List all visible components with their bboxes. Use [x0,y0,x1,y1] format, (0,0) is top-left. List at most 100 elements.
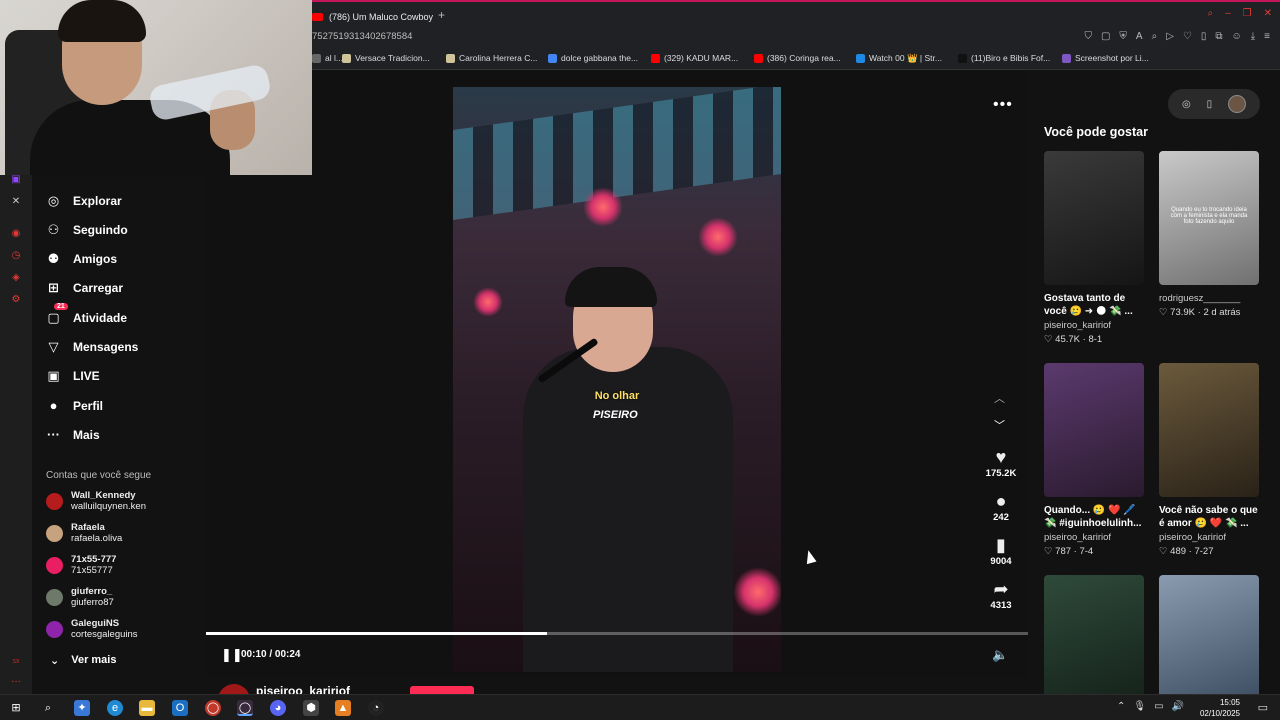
device-icon[interactable]: ▯ [1207,99,1213,110]
x-icon[interactable]: ✕ [10,196,22,208]
play-icon[interactable]: ▷ [1166,31,1174,42]
network-icon[interactable]: ▭ [1154,701,1163,712]
video-thumbnail[interactable]: Quando eu to trocando ideia com a femini… [1159,151,1259,285]
new-tab-button[interactable]: + [438,8,445,22]
url-field[interactable]: 7527519313402678584 [312,31,412,42]
bookmark-item[interactable]: al l... [312,53,343,63]
puzzle-icon[interactable]: ⧉ [1215,31,1222,42]
chat-icon[interactable]: ◈ [10,272,22,284]
video-progress-bar[interactable] [206,632,1028,635]
nav-item-mais[interactable]: ··· Mais [46,427,100,442]
bookmark-item[interactable]: (329) KADU MAR... [651,53,738,63]
video-thumbnail[interactable] [1044,575,1144,709]
bookmark-item[interactable]: (386) Coringa rea... [754,53,841,63]
speaker-icon[interactable]: 🔊 [1172,701,1184,712]
previous-video-icon[interactable]: ︿ [994,390,1005,406]
save-button[interactable]: ▮ 9004 [983,534,1019,567]
followed-account[interactable]: GaleguiNS cortesgaleguins [46,618,138,640]
translate-icon[interactable]: A [1136,31,1143,42]
nav-item-carregar[interactable]: ⊞ Carregar [46,280,123,296]
video-thumbnail[interactable] [1159,575,1259,709]
followed-account[interactable]: Rafaela rafaela.oliva [46,522,122,544]
next-video-icon[interactable]: ﹀ [994,417,1005,433]
bookmark-item[interactable]: Versace Tradicion... [342,53,430,63]
suggested-video-card[interactable]: Quando... 🥲 ❤️ 🖊️ 💸 #iguinhoelulinh... pi… [1044,363,1144,557]
nav-item-explorar[interactable]: ◎ Explorar [46,193,122,209]
video-thumbnail[interactable] [1159,363,1259,497]
copilot-icon[interactable]: ✦ [74,700,90,716]
record-icon[interactable]: ◉ [10,228,22,240]
notification-icon[interactable]: ▭ [1258,701,1268,714]
video-thumbnail[interactable] [1044,363,1144,497]
suggested-video-card[interactable] [1044,575,1144,709]
history-icon[interactable]: ◷ [10,250,22,262]
suggested-video-card[interactable]: Você não sabe o que é amor 🥲 ❤️ 💸 ... pis… [1159,363,1259,557]
bookmark-item[interactable]: Watch 00 👑 | Str... [856,53,942,64]
stage-light [583,187,623,227]
bookmark-item[interactable]: Carolina Herrera C... [446,53,537,63]
see-more-button[interactable]: ⌄ Ver mais [50,654,116,667]
followed-account[interactable]: Wall_Kennedy walluilquynen.ken [46,490,146,512]
nav-item-mensagens[interactable]: ▽ Mensagens [46,339,139,355]
card-author[interactable]: piseiroo_kaririof [1159,532,1259,543]
obs-icon[interactable]: ◔ [368,700,384,716]
compass-icon[interactable]: ◎ [1182,99,1191,110]
microphone-icon[interactable]: 🎙 [1133,701,1146,712]
discord-icon[interactable]: ◕ [270,700,286,716]
system-clock[interactable]: 15:05 02/10/2025 [1200,697,1240,719]
opera-gx-icon[interactable]: ◯ [205,700,221,716]
file-explorer-icon[interactable]: ▬ [139,700,155,716]
search-tabs-icon[interactable]: ⌕ [1207,8,1213,19]
outlook-icon[interactable]: O [172,700,188,716]
pause-icon[interactable]: ❚❚ [221,647,243,663]
nav-item-atividade[interactable]: ▢ 21 Atividade [46,303,127,326]
nav-item-perfil[interactable]: ● Perfil [46,398,103,413]
followed-account[interactable]: 71x55-777 71x55777 [46,554,116,576]
card-author[interactable]: piseiroo_kaririof [1044,320,1144,331]
more-dots-icon[interactable]: ··· [10,676,22,688]
bookmark-item[interactable]: (11)Biro e Bibis Fof... [958,53,1050,63]
menu-icon[interactable]: ≡ [1264,31,1270,42]
browser-tab-active[interactable]: (786) Um Maluco Cowboy [312,6,433,28]
video-frame[interactable]: No olhar PISEIRO [453,87,781,672]
suggested-video-card[interactable]: Quando eu to trocando ideia com a femini… [1159,151,1259,318]
chevron-up-icon[interactable]: ⌃ [1117,701,1125,712]
shield-icon[interactable]: ⛨ [1119,31,1127,42]
nav-item-amigos[interactable]: ⚉ Amigos [46,251,117,267]
app-icon[interactable]: ▲ [335,700,351,716]
account-icon[interactable]: ☺ [1232,31,1242,42]
search-icon[interactable]: ⌕ [40,700,56,716]
windows-start-icon[interactable]: ⊞ [8,700,24,716]
maximize-icon[interactable]: ❐ [1243,8,1252,19]
nav-item-live[interactable]: ▣ LIVE [46,368,99,384]
share-button[interactable]: ➦ 4313 [983,578,1019,611]
comment-button[interactable]: ● 242 [983,490,1019,523]
bookmark-item[interactable]: Screenshot por Li... [1062,53,1149,63]
edge-icon[interactable]: e [107,700,123,716]
screenshot-icon[interactable]: ▢ [1101,31,1110,42]
minimize-icon[interactable]: – [1225,8,1231,19]
settings-icon[interactable]: ⚙ [10,294,22,306]
sx-icon[interactable]: sx [10,656,22,668]
download-icon[interactable]: ⤓ [1251,31,1255,42]
card-author[interactable]: piseiroo_kaririof [1044,532,1144,543]
bookmark-item[interactable]: dolce gabbana the... [548,53,638,63]
video-thumbnail[interactable] [1044,151,1144,285]
suggested-video-card[interactable] [1159,575,1259,709]
more-options-icon[interactable]: ••• [993,96,1013,114]
nav-item-seguindo[interactable]: ⚇ Seguindo [46,222,128,238]
close-icon[interactable]: ✕ [1264,8,1272,19]
suggested-video-card[interactable]: Gostava tanto de você 🥲 ➜ 🌑 💸 ... piseiro… [1044,151,1144,345]
user-avatar[interactable] [1228,95,1247,113]
volume-icon[interactable]: 🔈 [992,647,1008,663]
twitch-icon[interactable]: ▣ [10,174,22,186]
followed-account[interactable]: giuferro_ giuferro87 [46,586,114,608]
game-launcher-icon[interactable]: ⬢ [303,700,319,716]
zoom-icon[interactable]: ⌕ [1152,31,1158,42]
heart-icon[interactable]: ♡ [1183,31,1192,42]
like-button[interactable]: ♥ 175.2K [983,446,1019,479]
bookmark-icon[interactable]: ⛉ [1084,31,1092,42]
opera-active-icon[interactable]: ◯ [237,700,253,716]
card-author[interactable]: rodriguesz_______ [1159,293,1259,304]
sidebar-icon[interactable]: ▯ [1201,31,1207,42]
